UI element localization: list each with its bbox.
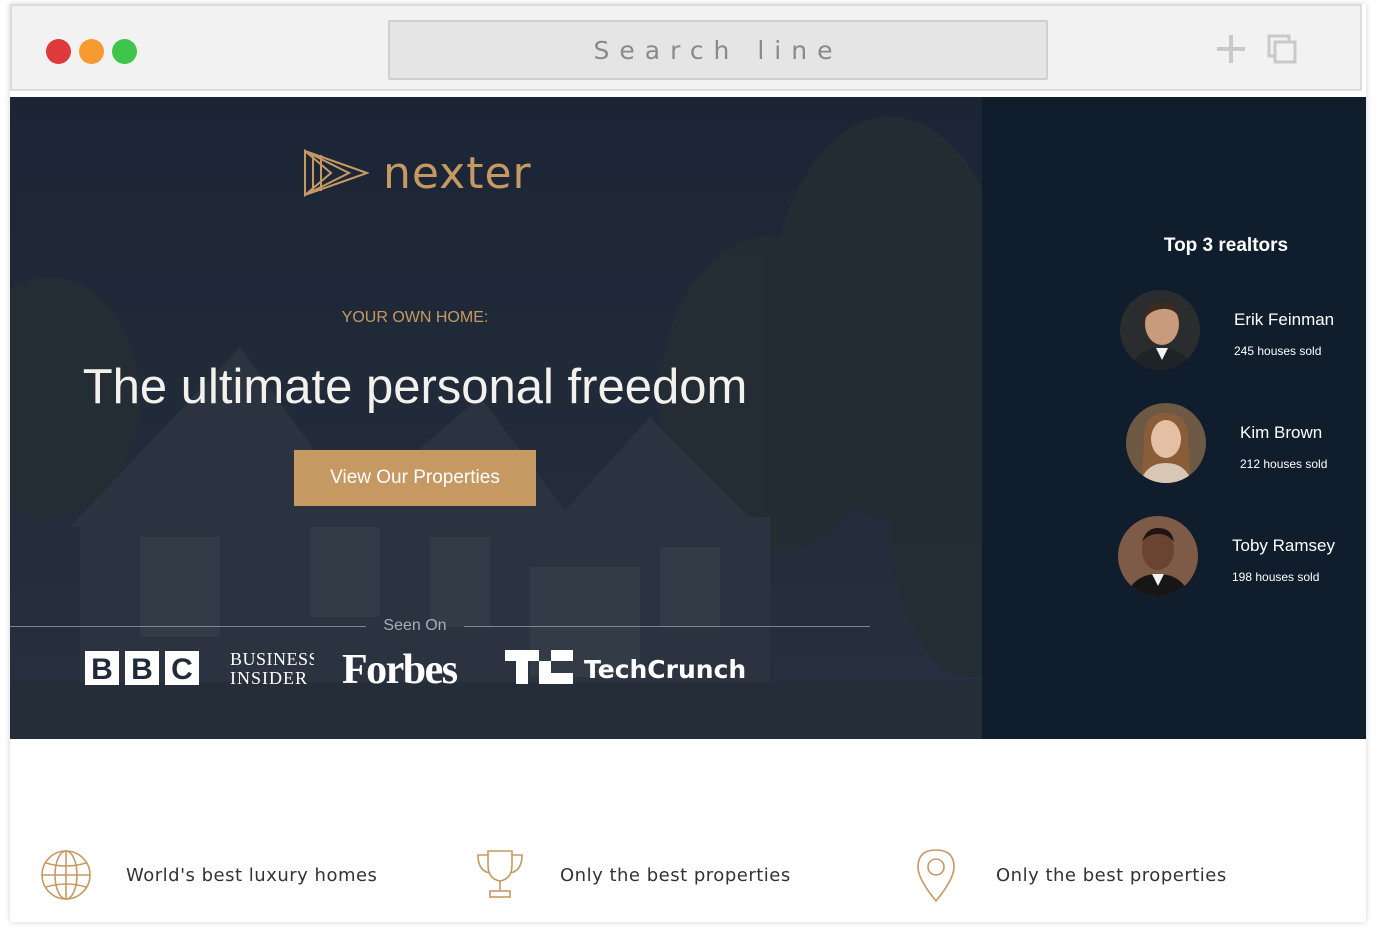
feature-item: Only the best properties <box>908 847 1227 903</box>
press-logos: B B C BUSINESS INSIDER Forbes TechCrunch <box>10 642 982 692</box>
feature-text: Only the best properties <box>996 864 1227 886</box>
plus-icon[interactable] <box>1216 34 1246 64</box>
techcrunch-logo: TechCrunch <box>505 650 746 684</box>
realtor-avatar-erik <box>1120 290 1200 370</box>
realtor-name: Toby Ramsey <box>1232 536 1335 555</box>
feature-text: Only the best properties <box>560 864 791 886</box>
realtor-item[interactable]: Toby Ramsey 198 houses sold <box>982 516 1366 606</box>
globe-icon <box>41 850 91 900</box>
realtor-sold-count: 198 houses sold <box>1232 570 1320 584</box>
svg-text:Forbes: Forbes <box>342 647 458 690</box>
browser-titlebar: Search line <box>10 4 1362 91</box>
feature-item: World's best luxury homes <box>38 847 377 903</box>
search-line-input[interactable]: Search line <box>388 20 1048 80</box>
view-properties-button[interactable]: View Our Properties <box>294 450 536 506</box>
realtor-sold-count: 212 houses sold <box>1240 457 1328 471</box>
svg-text:B: B <box>91 653 113 685</box>
close-window-button[interactable] <box>46 39 71 64</box>
svg-text:TechCrunch: TechCrunch <box>584 655 746 684</box>
map-pin-icon <box>917 849 955 903</box>
forbes-logo: Forbes <box>342 647 459 690</box>
svg-text:C: C <box>171 653 193 685</box>
features-section: World's best luxury homes Only the best … <box>10 739 1366 922</box>
logo-triangles-icon <box>304 148 369 198</box>
copy-icon[interactable] <box>1267 34 1297 64</box>
maximize-window-button[interactable] <box>112 39 137 64</box>
seen-on-label: Seen On <box>383 617 447 634</box>
minimize-window-button[interactable] <box>79 39 104 64</box>
hero-section: nexter YOUR OWN HOME: The ultimate perso… <box>10 97 982 739</box>
logo-text: nexter <box>383 147 532 199</box>
realtor-avatar-toby <box>1118 516 1198 596</box>
realtor-name: Kim Brown <box>1240 423 1323 442</box>
seen-on-divider: Seen On <box>10 617 870 637</box>
search-line-text: Search line <box>593 35 843 65</box>
divider-line-left <box>10 626 366 627</box>
feature-item: Only the best properties <box>472 847 791 903</box>
realtor-item[interactable]: Kim Brown 212 houses sold <box>982 403 1366 493</box>
svg-text:B: B <box>131 653 153 685</box>
feature-text: World's best luxury homes <box>126 864 378 886</box>
nexter-logo[interactable]: nexter <box>303 147 532 199</box>
divider-line-right <box>464 626 870 627</box>
bbc-logo: B B C <box>85 651 199 685</box>
top-realtors-panel: Top 3 realtors Erik Feinman 245 houses s… <box>982 97 1366 739</box>
hero-subtitle: YOUR OWN HOME: <box>341 309 489 326</box>
realtors-title: Top 3 realtors <box>1163 235 1289 256</box>
svg-text:BUSINESS: BUSINESS <box>230 649 314 669</box>
realtor-name: Erik Feinman <box>1234 310 1335 329</box>
trophy-icon <box>477 850 523 898</box>
business-insider-logo: BUSINESS INSIDER <box>230 649 314 688</box>
svg-text:INSIDER: INSIDER <box>230 668 308 688</box>
hero-headline: The ultimate personal freedom <box>82 360 748 414</box>
realtor-item[interactable]: Erik Feinman 245 houses sold <box>982 290 1366 380</box>
realtor-sold-count: 245 houses sold <box>1234 344 1322 358</box>
browser-window: Search line nexter YOUR OWN HOME: The ul… <box>10 4 1366 922</box>
realtor-avatar-kim <box>1126 403 1206 483</box>
